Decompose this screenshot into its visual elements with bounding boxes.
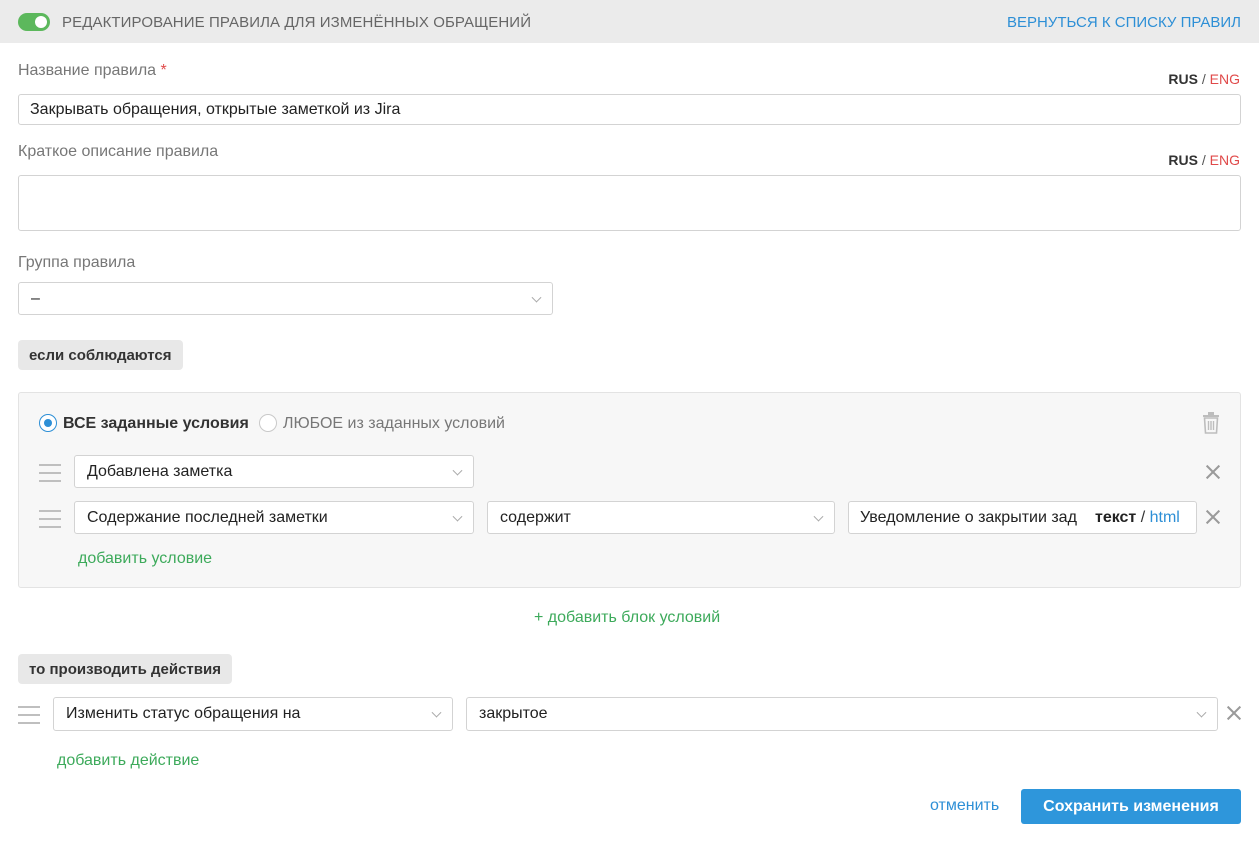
rule-name-lang-switch: RUS / ENG [1168, 71, 1240, 87]
save-button[interactable]: Сохранить изменения [1021, 789, 1241, 824]
page-title: РЕДАКТИРОВАНИЕ ПРАВИЛА ДЛЯ ИЗМЕНЁННЫХ ОБ… [62, 14, 532, 31]
group-select-value: – [31, 289, 40, 307]
lang-separator: / [1201, 71, 1206, 87]
drag-handle-icon[interactable] [18, 706, 40, 724]
chevron-down-icon [452, 511, 463, 522]
condition-1-field-select[interactable]: Добавлена заметка [74, 455, 474, 488]
action-1-value-select[interactable]: закрытое [466, 697, 1218, 731]
action-1-type-select[interactable]: Изменить статус обращения на [53, 697, 453, 731]
mode-any-label[interactable]: ЛЮБОЕ из заданных условий [283, 415, 505, 433]
mode-all-radio[interactable] [39, 414, 57, 432]
format-text-option[interactable]: текст [1095, 509, 1136, 526]
rule-name-label-text: Название правила [18, 62, 157, 79]
actions-section-tag: то производить действия [18, 654, 232, 684]
condition-2-value-text: Уведомление о закрытии зад [860, 508, 1077, 526]
rule-name-label: Название правила * [18, 62, 167, 80]
lang-rus[interactable]: RUS [1168, 71, 1198, 87]
remove-condition-1-icon[interactable] [1206, 465, 1220, 479]
condition-2-operator-select[interactable]: содержит [487, 501, 835, 534]
lang-eng[interactable]: ENG [1210, 152, 1240, 168]
description-lang-switch: RUS / ENG [1168, 152, 1240, 168]
cancel-button[interactable]: отменить [930, 797, 999, 815]
chevron-down-icon [431, 707, 442, 718]
lang-separator: / [1201, 152, 1206, 168]
add-condition-link[interactable]: добавить условие [78, 550, 212, 568]
condition-2-field-value: Содержание последней заметки [87, 508, 328, 526]
chevron-down-icon [813, 511, 824, 522]
mode-any-radio[interactable] [259, 414, 277, 432]
drag-handle-icon[interactable] [39, 510, 61, 528]
mode-all-label[interactable]: ВСЕ заданные условия [63, 415, 249, 433]
condition-2-operator-value: содержит [500, 508, 571, 526]
add-action-link[interactable]: добавить действие [57, 752, 199, 770]
remove-condition-2-icon[interactable] [1206, 510, 1220, 524]
action-1-value: закрытое [479, 705, 548, 722]
rule-name-input[interactable]: Закрывать обращения, открытые заметкой и… [18, 94, 1241, 125]
trash-icon[interactable] [1202, 412, 1220, 434]
page-header: РЕДАКТИРОВАНИЕ ПРАВИЛА ДЛЯ ИЗМЕНЁННЫХ ОБ… [0, 0, 1259, 43]
drag-handle-icon[interactable] [39, 464, 61, 482]
add-condition-block-link[interactable]: + добавить блок условий [534, 609, 720, 627]
action-1-type-value: Изменить статус обращения на [66, 705, 301, 722]
group-label: Группа правила [18, 254, 136, 271]
toggle-knob [35, 16, 47, 28]
format-separator: / [1140, 509, 1146, 526]
chevron-down-icon [531, 292, 542, 303]
lang-rus[interactable]: RUS [1168, 152, 1198, 168]
format-html-option[interactable]: html [1150, 509, 1180, 526]
description-label: Краткое описание правила [18, 143, 219, 160]
remove-action-1-icon[interactable] [1227, 706, 1241, 720]
condition-2-field-select[interactable]: Содержание последней заметки [74, 501, 474, 534]
condition-1-field-value: Добавлена заметка [87, 462, 233, 480]
chevron-down-icon [452, 465, 463, 476]
format-switch: текст / html [1095, 509, 1180, 527]
lang-eng[interactable]: ENG [1210, 71, 1240, 87]
required-mark: * [160, 62, 167, 79]
rule-enabled-toggle[interactable] [18, 13, 50, 31]
chevron-down-icon [1196, 707, 1207, 718]
back-to-rules-link[interactable]: ВЕРНУТЬСЯ К СПИСКУ ПРАВИЛ [1007, 14, 1241, 31]
description-textarea[interactable] [18, 175, 1241, 231]
conditions-section-tag: если соблюдаются [18, 340, 183, 370]
group-select[interactable]: – [18, 282, 553, 315]
